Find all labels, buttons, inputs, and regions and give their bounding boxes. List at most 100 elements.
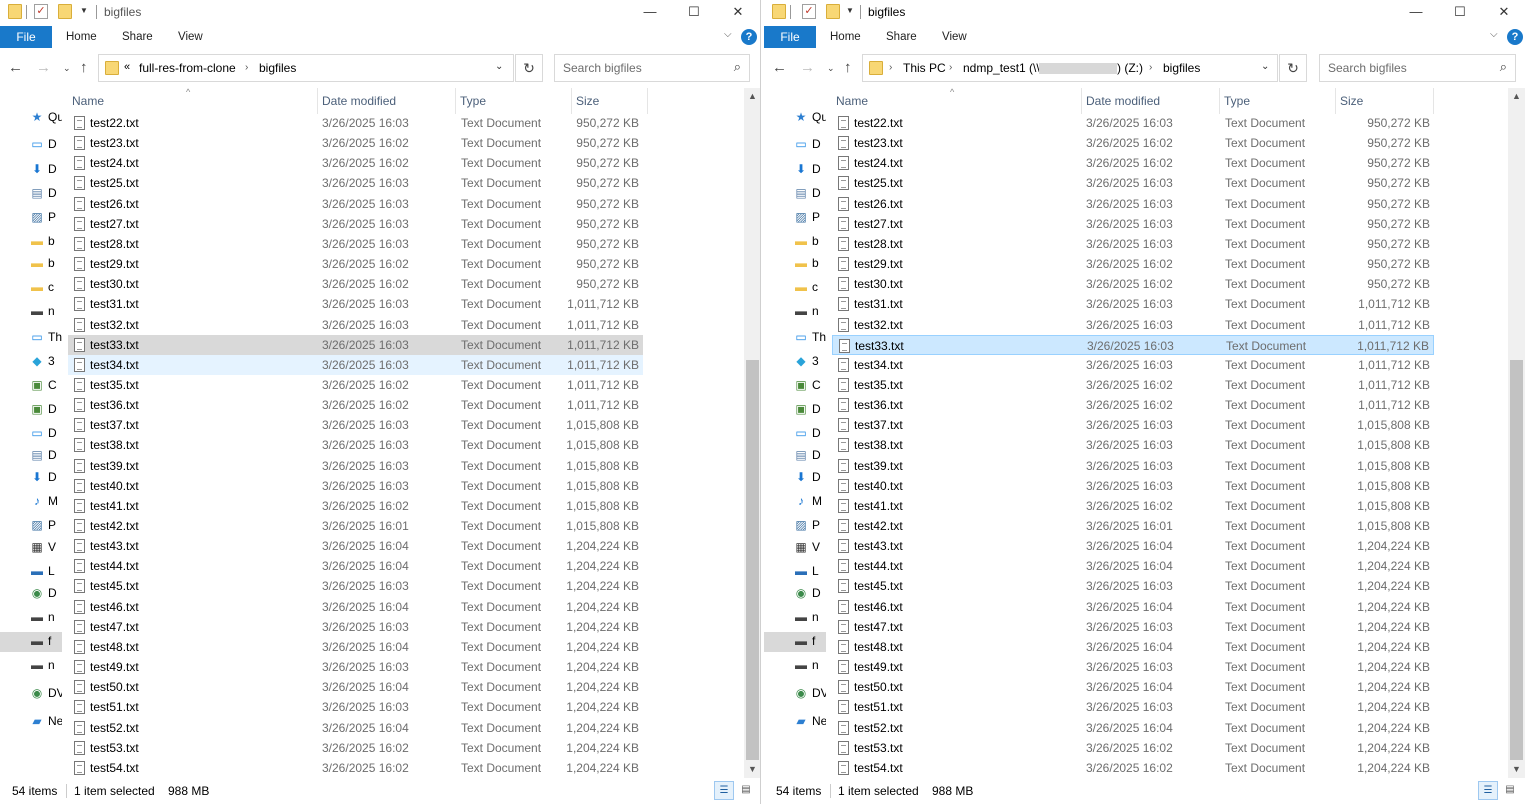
table-row[interactable]: test48.txt 3/26/2025 16:04 Text Document 1,… <box>68 637 643 657</box>
table-row[interactable]: test47.txt 3/26/2025 16:03 Text Document 1,… <box>832 617 1434 637</box>
table-row[interactable]: test45.txt 3/26/2025 16:03 Text Document 1,… <box>832 576 1434 596</box>
table-row[interactable]: test54.txt 3/26/2025 16:02 Text Document 1,… <box>68 758 643 778</box>
nav-item[interactable]: ▭ Th <box>0 328 62 348</box>
tab-home[interactable]: Home <box>830 26 861 48</box>
table-row[interactable]: test30.txt 3/26/2025 16:02 Text Document 95… <box>68 274 643 294</box>
table-row[interactable]: test45.txt 3/26/2025 16:03 Text Document 1,… <box>68 576 643 596</box>
table-row[interactable]: test51.txt 3/26/2025 16:03 Text Document 1,… <box>832 697 1434 717</box>
tab-view[interactable]: View <box>942 26 967 48</box>
table-row[interactable]: test43.txt 3/26/2025 16:04 Text Document 1,… <box>68 536 643 556</box>
large-icons-view-icon[interactable]: ▤ <box>1500 781 1520 800</box>
table-row[interactable]: test53.txt 3/26/2025 16:02 Text Document 1,… <box>832 738 1434 758</box>
address-bar[interactable]: › This PC › ndmp_test1 (\\ ) (Z:) › bigf… <box>862 54 1278 82</box>
breadcrumb-item[interactable]: This PC <box>903 61 946 75</box>
nav-item[interactable]: ▨ P <box>0 208 62 228</box>
vertical-scrollbar[interactable]: ▲ ▼ <box>744 88 760 778</box>
quick-access-dropdown-icon[interactable]: ▼ <box>80 6 88 15</box>
new-folder-icon[interactable] <box>58 4 72 19</box>
table-row[interactable]: test49.txt 3/26/2025 16:03 Text Document 1,… <box>832 657 1434 677</box>
nav-item[interactable]: ▨ P <box>764 208 826 228</box>
new-folder-icon[interactable] <box>826 4 840 19</box>
table-row[interactable]: test41.txt 3/26/2025 16:02 Text Document 1,… <box>68 496 643 516</box>
column-type[interactable]: Type <box>1220 88 1336 114</box>
nav-item[interactable]: ★ Qu <box>0 108 62 128</box>
table-row[interactable]: test42.txt 3/26/2025 16:01 Text Document 1,… <box>68 516 643 536</box>
nav-item[interactable]: ▨ P <box>0 516 62 536</box>
details-view-icon[interactable]: ☰ <box>714 781 734 800</box>
table-row[interactable]: test36.txt 3/26/2025 16:02 Text Document 1,… <box>68 395 643 415</box>
table-row[interactable]: test32.txt 3/26/2025 16:03 Text Document 1,… <box>832 315 1434 335</box>
nav-item[interactable]: ⬇ D <box>0 468 62 488</box>
details-view-icon[interactable]: ☰ <box>1478 781 1498 800</box>
nav-item[interactable]: ◆ 3 <box>764 352 826 372</box>
forward-icon[interactable]: → <box>800 59 815 76</box>
scroll-down-icon[interactable]: ▼ <box>744 761 760 778</box>
table-row[interactable]: test44.txt 3/26/2025 16:04 Text Document 1,… <box>68 556 643 576</box>
tab-share[interactable]: Share <box>886 26 917 48</box>
refresh-button[interactable]: ↻ <box>1279 54 1307 82</box>
table-row[interactable]: test53.txt 3/26/2025 16:02 Text Document 1,… <box>68 738 643 758</box>
nav-item[interactable]: ▬ n <box>764 608 826 628</box>
breadcrumb-overflow[interactable]: « <box>124 61 130 73</box>
table-row[interactable]: test39.txt 3/26/2025 16:03 Text Document 1,… <box>832 456 1434 476</box>
table-row[interactable]: test40.txt 3/26/2025 16:03 Text Document 1,… <box>68 476 643 496</box>
forward-icon[interactable]: → <box>36 59 51 76</box>
table-row[interactable]: test36.txt 3/26/2025 16:02 Text Document 1,… <box>832 395 1434 415</box>
table-row[interactable]: test44.txt 3/26/2025 16:04 Text Document 1,… <box>832 556 1434 576</box>
chevron-right-icon[interactable]: › <box>949 62 952 73</box>
scroll-down-icon[interactable]: ▼ <box>1508 761 1525 778</box>
table-row[interactable]: test48.txt 3/26/2025 16:04 Text Document 1,… <box>832 637 1434 657</box>
recent-locations-icon[interactable]: ⌄ <box>63 63 71 74</box>
table-row[interactable]: test40.txt 3/26/2025 16:03 Text Document 1,… <box>832 476 1434 496</box>
table-row[interactable]: test25.txt 3/26/2025 16:03 Text Document 95… <box>68 173 643 193</box>
refresh-button[interactable]: ↻ <box>515 54 543 82</box>
nav-item[interactable]: ▭ D <box>764 135 826 155</box>
vertical-scrollbar[interactable]: ▲ ▼ <box>1508 88 1525 778</box>
table-row[interactable]: test22.txt 3/26/2025 16:03 Text Document 95… <box>832 113 1434 133</box>
chevron-down-icon[interactable]: ⌄ <box>495 61 503 72</box>
table-row[interactable]: test29.txt 3/26/2025 16:02 Text Document 95… <box>832 254 1434 274</box>
tab-share[interactable]: Share <box>122 26 153 48</box>
maximize-button[interactable]: ☐ <box>1438 0 1482 26</box>
table-row[interactable]: test23.txt 3/26/2025 16:02 Text Document 95… <box>68 133 643 153</box>
table-row[interactable]: test25.txt 3/26/2025 16:03 Text Document 95… <box>832 173 1434 193</box>
nav-item[interactable]: ▦ V <box>0 538 62 558</box>
nav-item[interactable]: ▬ L <box>0 562 62 582</box>
tab-file[interactable]: File <box>764 26 816 48</box>
breadcrumb-item[interactable]: full-res-from-clone <box>139 61 236 75</box>
table-row[interactable]: test54.txt 3/26/2025 16:02 Text Document 1,… <box>832 758 1434 778</box>
nav-item[interactable]: ◉ D <box>764 584 826 604</box>
breadcrumb-item[interactable]: ) (Z:) <box>1117 61 1143 75</box>
table-row[interactable]: test30.txt 3/26/2025 16:02 Text Document 95… <box>832 274 1434 294</box>
tab-home[interactable]: Home <box>66 26 97 48</box>
nav-item[interactable]: ◉ DV <box>0 684 62 704</box>
table-row[interactable]: test24.txt 3/26/2025 16:02 Text Document 95… <box>68 153 643 173</box>
nav-item[interactable]: ★ Qu <box>764 108 826 128</box>
minimize-button[interactable]: — <box>628 0 672 26</box>
table-row[interactable]: test35.txt 3/26/2025 16:02 Text Document 1,… <box>68 375 643 395</box>
nav-item[interactable]: ⬇ D <box>764 468 826 488</box>
nav-item[interactable]: ▤ D <box>0 184 62 204</box>
close-button[interactable]: ✕ <box>1482 0 1526 26</box>
nav-item[interactable]: ▭ D <box>0 424 62 444</box>
table-row[interactable]: test24.txt 3/26/2025 16:02 Text Document 95… <box>832 153 1434 173</box>
table-row[interactable]: test50.txt 3/26/2025 16:04 Text Document 1,… <box>832 677 1434 697</box>
table-row[interactable]: test52.txt 3/26/2025 16:04 Text Document 1,… <box>832 718 1434 738</box>
nav-item[interactable]: ⬇ D <box>0 160 62 180</box>
nav-item[interactable]: ▰ Ne <box>0 712 62 732</box>
table-row[interactable]: test27.txt 3/26/2025 16:03 Text Document 95… <box>832 214 1434 234</box>
column-name[interactable]: Name <box>832 88 1082 114</box>
nav-item[interactable]: ⬇ D <box>764 160 826 180</box>
table-row[interactable]: test38.txt 3/26/2025 16:03 Text Document 1,… <box>832 435 1434 455</box>
nav-item[interactable]: ▬ f <box>0 632 62 652</box>
table-row[interactable]: test33.txt 3/26/2025 16:03 Text Document 1,… <box>832 334 1434 355</box>
nav-item[interactable]: ◉ D <box>0 584 62 604</box>
nav-item[interactable]: ▭ D <box>0 135 62 155</box>
table-row[interactable]: test33.txt 3/26/2025 16:03 Text Document 1,… <box>68 334 643 355</box>
table-row[interactable]: test26.txt 3/26/2025 16:03 Text Document 95… <box>68 194 643 214</box>
table-row[interactable]: test37.txt 3/26/2025 16:03 Text Document 1,… <box>832 415 1434 435</box>
table-row[interactable]: test41.txt 3/26/2025 16:02 Text Document 1,… <box>832 496 1434 516</box>
help-icon[interactable]: ? <box>1507 29 1523 45</box>
nav-item[interactable]: ▭ D <box>764 424 826 444</box>
column-size[interactable]: Size <box>1336 88 1434 114</box>
